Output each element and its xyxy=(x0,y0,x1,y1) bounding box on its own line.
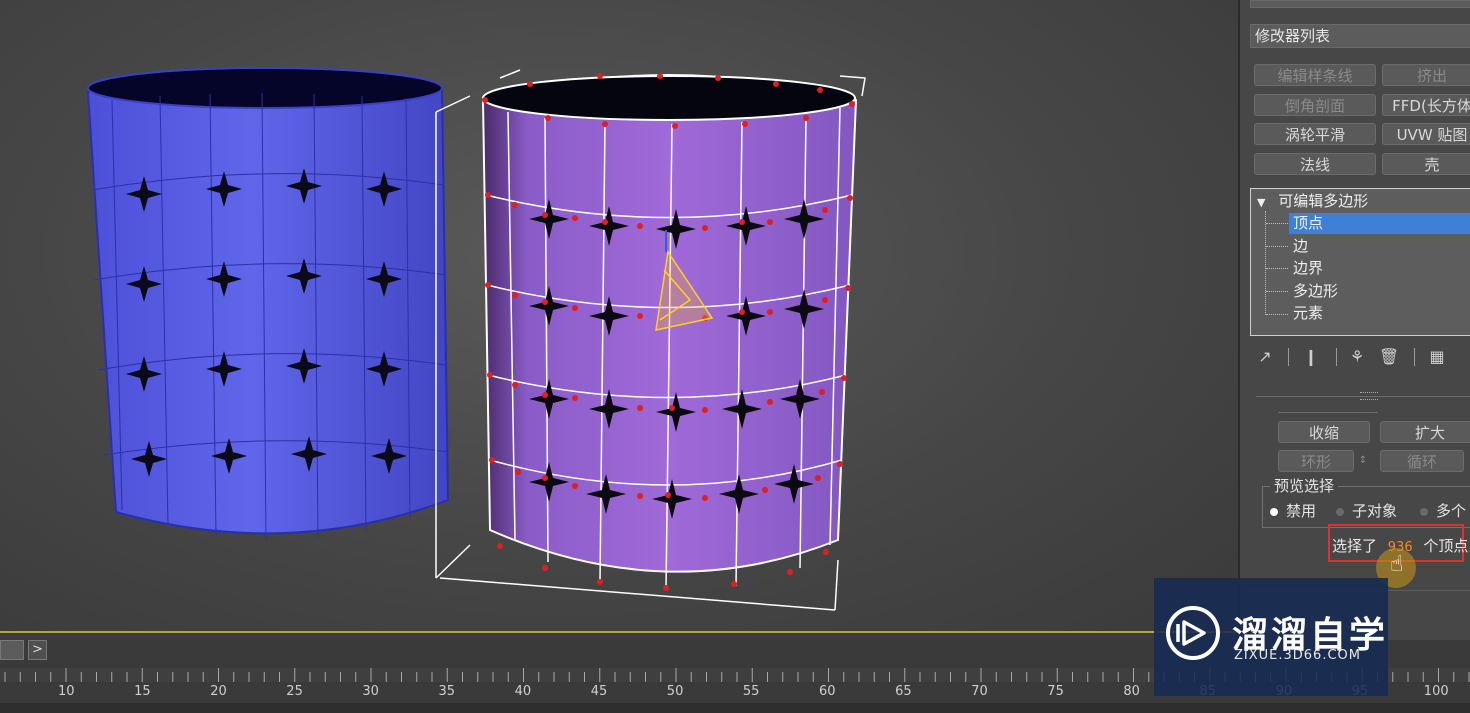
stack-toolbar: ↗ ❙ ⚘ 🗑 ▦ xyxy=(1250,344,1470,374)
modifier-stack[interactable]: ▼ 可编辑多边形 顶点 边 边界 多边形 元素 xyxy=(1250,188,1470,336)
next-frame-button[interactable]: > xyxy=(28,640,47,660)
normal-button[interactable]: 法线 xyxy=(1254,153,1376,175)
stack-tree-branch xyxy=(1266,223,1288,224)
pin-icon[interactable]: ↗ xyxy=(1254,344,1276,370)
ruler-tick-label: 75 xyxy=(1047,684,1064,699)
selected-prefix: 选择了 xyxy=(1332,537,1378,555)
stack-tree-branch xyxy=(1266,268,1288,269)
selected-suffix: 个顶点 xyxy=(1423,537,1469,555)
ruler-tick-label: 50 xyxy=(666,684,684,699)
modifier-list-dropdown[interactable]: 修改器列表 xyxy=(1250,24,1470,48)
stack-tree-branch xyxy=(1266,291,1288,292)
modifier-list-label: 修改器列表 xyxy=(1255,27,1331,45)
viewport-scene[interactable] xyxy=(0,0,1238,632)
preview-selection-title: 预览选择 xyxy=(1270,475,1339,496)
ruler-tick-label: 55 xyxy=(742,684,760,699)
preview-radio-disable[interactable]: 禁用 xyxy=(1270,500,1316,521)
viewport-active-border xyxy=(0,631,1238,633)
radio-label-multiple: 多个 xyxy=(1436,502,1467,520)
extrude-button[interactable]: 挤出 xyxy=(1382,64,1470,86)
stack-tree-branch xyxy=(1266,314,1288,315)
ring-spinner-icon[interactable]: ↕ xyxy=(1356,450,1370,472)
toolbar-separator xyxy=(1414,348,1415,366)
ruler-tick-label: 30 xyxy=(362,684,379,699)
object-name-field[interactable] xyxy=(1250,0,1470,8)
editable-poly-label: 可编辑多边形 xyxy=(1278,192,1369,210)
ruler-tick-label: 40 xyxy=(514,684,532,699)
loop-button[interactable]: 循环 xyxy=(1380,450,1464,472)
grow-button[interactable]: 扩大 xyxy=(1380,421,1470,443)
radio-label-subobject: 子对象 xyxy=(1352,502,1398,520)
uvw-map-button[interactable]: UVW 贴图 xyxy=(1382,123,1470,145)
ffd-box-button[interactable]: FFD(长方体 xyxy=(1382,94,1470,116)
status-bar-edge xyxy=(0,703,1470,713)
stack-item-polygon[interactable]: 多边形 xyxy=(1293,281,1338,302)
ruler-tick-label: 35 xyxy=(438,684,456,699)
stack-item-edge[interactable]: 边 xyxy=(1293,236,1308,257)
ruler-tick-label: 45 xyxy=(590,684,608,699)
ring-button[interactable]: 环形 xyxy=(1278,450,1354,472)
stack-item-vertex[interactable]: 顶点 xyxy=(1289,213,1470,234)
ruler-tick-label: 65 xyxy=(895,684,912,699)
stack-item-element[interactable]: 元素 xyxy=(1293,303,1323,324)
ruler-tick-label: 60 xyxy=(819,684,836,699)
ruler-tick-label: 70 xyxy=(971,684,988,699)
preview-radio-subobject[interactable]: 子对象 xyxy=(1336,500,1397,521)
blue-cylinder[interactable] xyxy=(86,67,450,541)
shrink-button[interactable]: 收缩 xyxy=(1278,421,1370,443)
expand-triangle-icon[interactable]: ▼ xyxy=(1257,196,1265,209)
stack-item-border[interactable]: 边界 xyxy=(1293,258,1323,279)
bevel-profile-button[interactable]: 倒角剖面 xyxy=(1254,94,1376,116)
remove-modifier-icon[interactable]: 🗑 xyxy=(1378,344,1400,370)
watermark-url: ZIXUE.3D66.COM xyxy=(1234,648,1361,663)
watermark-logo-icon xyxy=(1166,606,1220,660)
rollout-grip[interactable] xyxy=(1360,392,1378,400)
ruler-tick-label: 25 xyxy=(286,684,303,699)
show-end-result-icon[interactable]: ❙ xyxy=(1300,344,1322,370)
threshold-field-partial[interactable] xyxy=(1278,402,1378,413)
toolbar-separator xyxy=(1336,348,1337,366)
stack-root-item[interactable]: ▼ 可编辑多边形 xyxy=(1257,191,1368,212)
ruler-tick-label: 15 xyxy=(134,684,151,699)
turbosmooth-button[interactable]: 涡轮平滑 xyxy=(1254,123,1376,145)
radio-label-disable: 禁用 xyxy=(1286,502,1317,520)
toolbar-separator xyxy=(1288,348,1289,366)
radio-selected-icon[interactable] xyxy=(1270,507,1278,516)
ruler-tick-label: 20 xyxy=(210,684,227,699)
edit-spline-button[interactable]: 编辑样条线 xyxy=(1254,64,1376,86)
viewport[interactable] xyxy=(0,0,1238,632)
stack-tree-line xyxy=(1265,211,1266,315)
shell-button[interactable]: 壳 xyxy=(1382,153,1470,175)
radio-unselected-icon[interactable] xyxy=(1336,507,1344,516)
stack-tree-branch xyxy=(1266,246,1288,247)
make-unique-icon[interactable]: ⚘ xyxy=(1346,344,1368,370)
configure-sets-icon[interactable]: ▦ xyxy=(1426,344,1448,370)
preview-radio-multiple[interactable]: 多个 xyxy=(1420,500,1466,521)
command-panel: 修改器列表 编辑样条线 挤出 倒角剖面 FFD(长方体 涡轮平滑 UVW 贴图 … xyxy=(1238,0,1470,640)
loop-spinner-icon[interactable]: ↕ xyxy=(1466,450,1470,472)
hand-cursor-icon: ☝ xyxy=(1390,552,1404,577)
purple-cylinder[interactable] xyxy=(435,69,866,611)
ruler-tick-label: 80 xyxy=(1123,684,1140,699)
radio-unselected-icon[interactable] xyxy=(1420,507,1428,516)
time-slider-thumb[interactable] xyxy=(0,640,24,660)
ruler-tick-label: 10 xyxy=(58,684,75,699)
ruler-tick-label: 100 xyxy=(1423,684,1449,699)
